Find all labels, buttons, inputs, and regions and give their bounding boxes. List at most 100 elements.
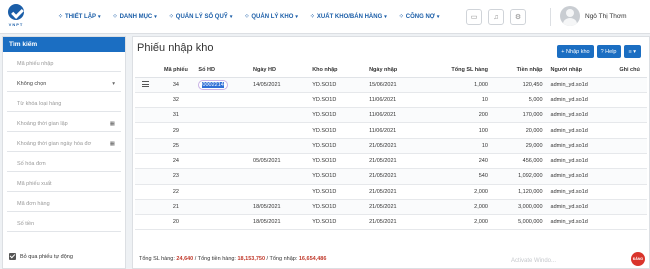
nav-item-label: THIẾT LẬP — [65, 13, 97, 20]
user-name: Ngô Thị Thơm — [585, 12, 627, 20]
total-amount-value: 18,153,750 — [237, 256, 266, 262]
avatar[interactable] — [560, 6, 580, 26]
filter-input[interactable]: Khoảng thời gian ngày hóa đơ ▦ — [7, 138, 121, 152]
user-menu[interactable]: Ngô Thị Thơm — [560, 6, 627, 26]
total-import-value: 16,654,486 — [298, 256, 327, 262]
help-button[interactable]: ? Help — [596, 45, 621, 58]
column-header[interactable]: Tiền nhập — [489, 63, 545, 78]
cell-tien: 5,000 — [489, 92, 545, 109]
vnpt-logo[interactable]: VNPT — [4, 4, 28, 30]
cell-ngay_hd: 14/05/2021 — [251, 77, 311, 93]
cell-tien: 29,000 — [489, 138, 545, 154]
filter-input[interactable]: Mã phiếu nhập — [7, 58, 121, 72]
cell-ngay_nhap: 11/06/2021 — [367, 122, 422, 139]
cell-hd — [196, 153, 252, 170]
table-row[interactable]: 20 18/05/2021 YD.SO1D 21/05/2021 2,000 5,000,… — [135, 214, 647, 231]
cell-note — [617, 168, 647, 185]
filter-input[interactable]: Mã phiếu xuất — [7, 178, 121, 192]
table-header-row: Mã phiếu Số HD Ngày HD Kho nhập Ngày nhập Tổn… — [135, 63, 647, 78]
skip-auto-label: Bỏ qua phiếu tự động — [20, 253, 73, 260]
hamburger-icon[interactable] — [141, 80, 149, 87]
cell-tien: 456,000 — [489, 153, 545, 170]
calendar-icon: ▦ — [109, 121, 115, 127]
screen-icon[interactable]: ▭ — [466, 9, 482, 25]
nav-item[interactable]: ⁘ DANH MỤC ▾ — [113, 13, 157, 21]
cell-tien: 1,092,000 — [489, 168, 545, 185]
column-header[interactable]: Tổng SL hàng — [421, 63, 490, 78]
column-header[interactable]: Ghi chú — [617, 63, 647, 78]
table-row[interactable]: 24 05/05/2021 YD.SO1D 21/05/2021 240 456,000 a… — [135, 153, 647, 170]
row-menu-cell — [135, 153, 156, 170]
column-header[interactable]: Ngày nhập — [367, 63, 422, 78]
cell-sl: 10 — [421, 92, 490, 109]
table-row[interactable]: 29 YD.SO1D 11/06/2021 100 20,000 admin_yd.so1… — [135, 122, 647, 139]
row-menu-cell — [135, 138, 156, 154]
totals-footer: Tổng SL hàng: 24,640 / Tổng tiền hàng: 1… — [139, 256, 326, 262]
column-header[interactable]: Mã phiếu — [155, 63, 197, 78]
table-row[interactable]: 23 YD.SO1D 21/05/2021 540 1,092,000 admin_yd.… — [135, 168, 647, 185]
nav-item[interactable]: ⁘ QUẢN LÝ SỔ QUỸ ▾ — [169, 13, 233, 21]
table-row[interactable]: 31 YD.SO1D 11/06/2021 200 170,000 admin_yd.so… — [135, 107, 647, 124]
cell-tien: 3,000,000 — [489, 199, 545, 216]
chevron-down-icon: ▾ — [112, 81, 115, 87]
column-header[interactable]: Kho nhập — [310, 63, 368, 78]
register-badge[interactable]: ĐĂNG KÝ — [631, 252, 645, 266]
column-header[interactable]: Người nhập — [544, 63, 618, 78]
cell-hd — [196, 138, 252, 154]
nav-item[interactable]: ⁘ XUẤT KHO/BÁN HÀNG ▾ — [310, 13, 387, 21]
cell-note — [617, 122, 647, 139]
table-row[interactable]: 34 0002214 14/05/2021 YD.SO1D 15/06/2021 1,00… — [135, 77, 647, 93]
nav-item[interactable]: ⁘ CÔNG NỢ ▾ — [399, 13, 440, 21]
add-import-button[interactable]: + Nhập kho — [557, 45, 594, 58]
filter-input[interactable]: Khoảng thời gian lập ▦ — [7, 118, 121, 132]
cell-sl: 2,000 — [421, 199, 490, 216]
cell-ngay_nhap: 21/05/2021 — [367, 168, 422, 185]
list-menu-button[interactable]: ≡ ▾ — [623, 45, 641, 58]
cell-ngay_hd — [251, 184, 311, 200]
nav-item-label: DANH MỤC — [119, 13, 153, 20]
filter-select[interactable]: Không chọn ▾ — [7, 78, 121, 92]
cell-ma: 22 — [155, 184, 197, 200]
filter-input[interactable]: Số hóa đơn — [7, 158, 121, 172]
bell-icon[interactable]: ♫ — [488, 9, 504, 25]
table-row[interactable]: 22 YD.SO1D 21/05/2021 2,000 1,120,000 admin_y… — [135, 184, 647, 200]
filter-input[interactable]: Số tiền — [7, 218, 121, 232]
row-menu-cell — [135, 92, 156, 109]
row-menu-cell — [135, 122, 156, 139]
filter-placeholder: Mã đơn hàng — [17, 201, 50, 207]
filter-input[interactable]: Từ khóa loại hàng — [7, 98, 121, 112]
table-row[interactable]: 32 YD.SO1D 11/06/2021 10 5,000 admin_yd.so1d — [135, 92, 647, 109]
cell-nguoi: admin_yd.so1d — [544, 107, 618, 124]
cell-note — [617, 199, 647, 216]
chevron-down-icon: ▾ — [98, 13, 101, 20]
cell-tien: 170,000 — [489, 107, 545, 124]
logo-mark-icon — [8, 4, 24, 20]
cell-ngay_nhap: 21/05/2021 — [367, 199, 422, 216]
settings-icon[interactable]: ⚙ — [510, 9, 526, 25]
cell-ma: 24 — [155, 153, 197, 170]
calendar-icon: ▦ — [109, 141, 115, 147]
nav-item-label: QUẢN LÝ SỔ QUỸ — [175, 13, 228, 20]
nav-item-label: CÔNG NỢ — [405, 13, 435, 20]
nav-item[interactable]: ⁘ QUẢN LÝ KHO ▾ — [244, 13, 298, 21]
cell-ngay_nhap: 21/05/2021 — [367, 184, 422, 200]
table-row[interactable]: 25 YD.SO1D 21/05/2021 10 29,000 admin_yd.so1d — [135, 138, 647, 154]
skip-auto-checkbox-row[interactable]: Bỏ qua phiếu tự động — [9, 253, 73, 260]
filter-input[interactable]: Mã đơn hàng — [7, 198, 121, 212]
column-header[interactable]: Ngày HD — [251, 63, 311, 78]
main-nav: ⁘ THIẾT LẬP ▾ ⁘ DANH MỤC ▾ ⁘ QUẢN LÝ SỔ QUỸ ▾ ⁘ QU… — [58, 13, 440, 21]
column-header[interactable]: Số HD — [196, 63, 252, 78]
top-navbar: VNPT ⁘ THIẾT LẬP ▾ ⁘ DANH MỤC ▾ ⁘ QUẢN LÝ SỔ QU… — [0, 0, 650, 34]
row-menu-cell — [135, 168, 156, 185]
top-icon-group: ▭ ♫ ⚙ — [466, 9, 526, 25]
nav-item[interactable]: ⁘ THIẾT LẬP ▾ — [58, 13, 101, 21]
filter-placeholder: Mã phiếu nhập — [17, 61, 54, 67]
table-row[interactable]: 21 18/05/2021 YD.SO1D 21/05/2021 2,000 3,000,… — [135, 199, 647, 216]
skip-auto-checkbox[interactable] — [9, 253, 16, 260]
cell-ma: 21 — [155, 199, 197, 216]
invoice-number-input[interactable]: 0002214 — [198, 79, 228, 90]
cell-kho: YD.SO1D — [310, 184, 368, 200]
cell-sl: 200 — [421, 107, 490, 124]
cell-nguoi: admin_yd.so1d — [544, 92, 618, 109]
cell-hd — [196, 92, 252, 109]
